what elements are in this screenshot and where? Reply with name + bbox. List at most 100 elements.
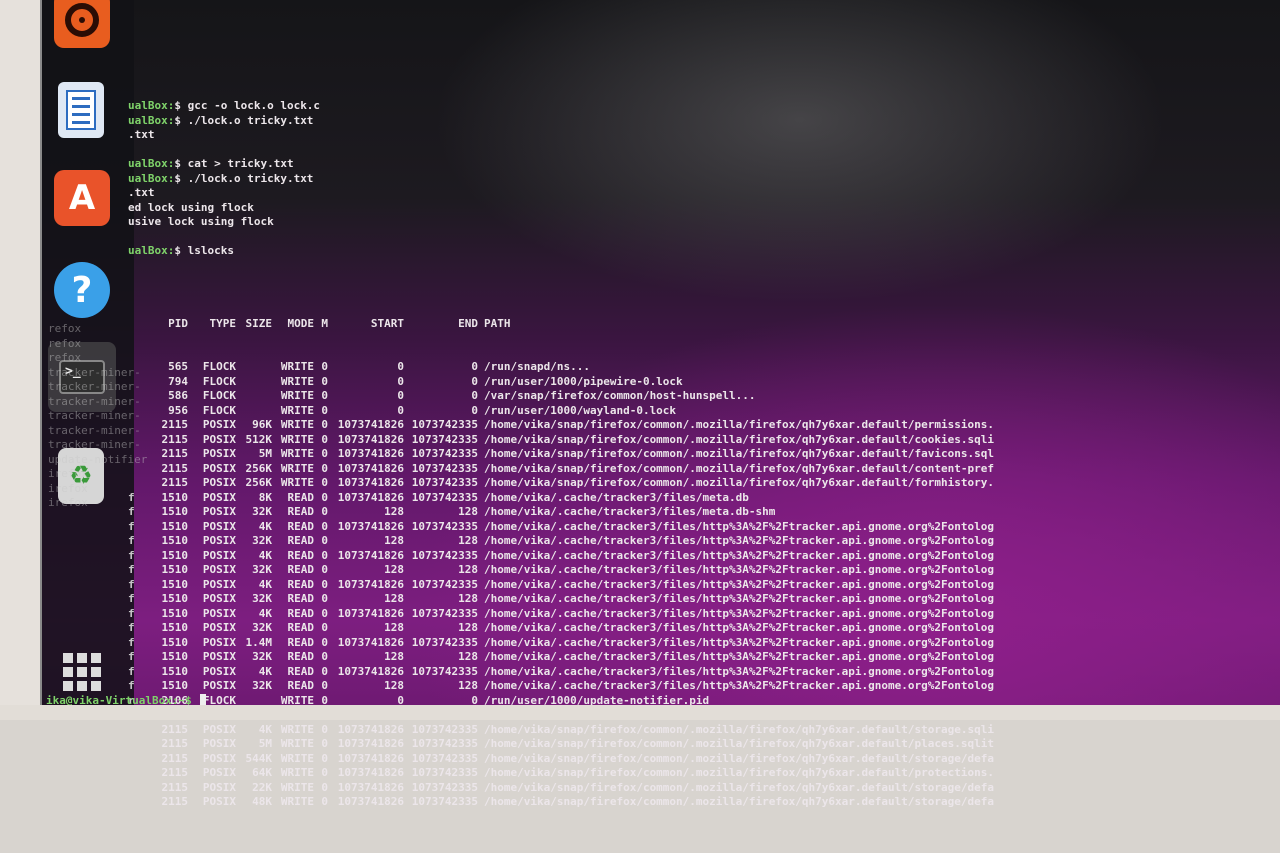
command-line: ualBox:$ lslocks bbox=[128, 244, 1028, 259]
lslocks-row: 2115 POSIX 22K WRITE 0 1073741826 1073742335/h… bbox=[128, 781, 1028, 796]
cell-mode: WRITE bbox=[280, 722, 314, 736]
cell-pid: 2115 bbox=[161, 795, 189, 808]
cell-end: 1073742335 bbox=[411, 418, 478, 431]
cell-path: /home/vika/.cache/tracker3/files/meta.db bbox=[484, 490, 749, 504]
cell-cmd: f bbox=[128, 635, 135, 649]
cell-path: /home/vika/snap/firefox/common/.mozilla/… bbox=[484, 432, 994, 446]
cell-path: /home/vika/snap/firefox/common/.mozilla/… bbox=[484, 476, 994, 489]
cell-cmd: f bbox=[128, 563, 135, 576]
cell-size: 256K bbox=[245, 461, 273, 475]
cell-pid: 2115 bbox=[161, 476, 189, 489]
cell-mode: READ bbox=[287, 650, 315, 663]
cell-end: 1073742335 bbox=[411, 476, 478, 489]
cell-start: 1073741826 bbox=[337, 461, 404, 475]
cell-pid: 2115 bbox=[161, 766, 189, 779]
cell-start: 1073741826 bbox=[337, 664, 404, 678]
writer-icon[interactable] bbox=[58, 82, 104, 138]
cell-path: /home/vika/snap/firefox/common/.mozilla/… bbox=[484, 766, 994, 779]
ghost-label: irefox bbox=[48, 496, 88, 509]
cell-mode: WRITE bbox=[280, 418, 314, 431]
cell-pid: 1510 bbox=[161, 592, 189, 605]
cell-cmd bbox=[128, 766, 148, 781]
cell-size: 32K bbox=[252, 650, 272, 663]
lslocks-row: f 1510 POSIX 32K READ 0 128 128/home/vika/.cach… bbox=[128, 505, 1028, 520]
cell-cmd bbox=[128, 476, 148, 491]
cell-start: 128 bbox=[384, 563, 404, 576]
cell-size: 4K bbox=[258, 519, 272, 533]
app-store-icon[interactable]: A bbox=[54, 170, 110, 226]
cell-end: 128 bbox=[458, 650, 478, 663]
cell-m: 0 bbox=[321, 606, 328, 620]
cell-type: POSIX bbox=[202, 505, 236, 518]
cell-pid: 2115 bbox=[161, 461, 189, 475]
cell-path: /home/vika/.cache/tracker3/files/http%3A… bbox=[484, 519, 994, 533]
cell-cmd bbox=[128, 404, 148, 419]
lslocks-row: 2115 POSIX 64K WRITE 0 1073741826 1073742335/h… bbox=[128, 766, 1028, 781]
cell-size: 4K bbox=[258, 548, 272, 562]
command-line: ualBox:$ gcc -o lock.o lock.c bbox=[128, 99, 1028, 114]
cell-size: 256K bbox=[245, 476, 273, 489]
cell-start: 1073741826 bbox=[337, 548, 404, 562]
cell-size bbox=[236, 389, 272, 404]
cell-pid: 2115 bbox=[161, 418, 189, 431]
cell-mode: WRITE bbox=[280, 766, 314, 779]
cell-cmd bbox=[128, 389, 148, 404]
cell-cmd bbox=[128, 723, 148, 738]
cell-type: POSIX bbox=[202, 606, 236, 620]
cell-type: POSIX bbox=[202, 621, 236, 634]
cell-pid: 1510 bbox=[161, 548, 189, 562]
lslocks-row: 2115 POSIX 512K WRITE 0 1073741826 1073742335 /… bbox=[128, 433, 1028, 448]
cell-type: POSIX bbox=[202, 418, 236, 431]
cell-m: 0 bbox=[321, 432, 328, 446]
cell-mode: READ bbox=[287, 679, 315, 692]
cell-path: /home/vika/snap/firefox/common/.mozilla/… bbox=[484, 737, 994, 750]
cell-end: 1073742335 bbox=[411, 606, 478, 620]
record-icon[interactable] bbox=[54, 0, 110, 48]
cell-path: /home/vika/.cache/tracker3/files/http%3A… bbox=[484, 592, 994, 605]
cell-start: 1073741826 bbox=[337, 737, 404, 750]
lslocks-header: PID TYPE SIZE MODE M START END PATH bbox=[128, 317, 1028, 332]
cell-type: POSIX bbox=[202, 592, 236, 605]
dock-sidebar: A ? >_ ♻ refox refox refox tracker-miner-tr… bbox=[40, 0, 147, 705]
cell-mode: WRITE bbox=[280, 751, 314, 765]
cell-end: 1073742335 bbox=[411, 766, 478, 779]
ghost-label: tracker-miner- bbox=[48, 438, 141, 451]
cell-end: 128 bbox=[458, 679, 478, 692]
cell-path: /home/vika/.cache/tracker3/files/http%3A… bbox=[484, 563, 994, 576]
cell-pid: 956 bbox=[168, 403, 188, 417]
command-text: $ ./lock.o tricky.txt bbox=[174, 171, 314, 185]
cell-path: /run/snapd/ns... bbox=[484, 360, 590, 373]
cell-m: 0 bbox=[321, 751, 328, 765]
cell-mode: READ bbox=[287, 563, 315, 576]
cell-cmd bbox=[128, 418, 148, 433]
lslocks-row: f 1510 POSIX 4K READ 0 1073741826 1073742335/ho… bbox=[128, 578, 1028, 593]
terminal-output[interactable]: ualBox:$ gcc -o lock.o lock.c ualBox:$ ./… bbox=[128, 70, 1028, 853]
cell-pid: 1510 bbox=[161, 650, 189, 663]
apps-grid-icon[interactable] bbox=[60, 650, 104, 694]
cell-pid: 2115 bbox=[161, 737, 189, 750]
cell-type: POSIX bbox=[202, 548, 236, 562]
cell-m: 0 bbox=[321, 621, 328, 634]
cell-size: 48K bbox=[252, 795, 272, 808]
cell-type: POSIX bbox=[202, 679, 236, 692]
cell-mode: WRITE bbox=[280, 737, 314, 750]
cell-start: 1073741826 bbox=[337, 490, 404, 504]
lslocks-row: f 1510 POSIX 1.4M READ 0 1073741826 1073742335 /… bbox=[128, 636, 1028, 651]
command-text: usive lock using flock bbox=[128, 215, 274, 228]
cell-type: POSIX bbox=[202, 737, 236, 750]
cell-m: 0 bbox=[321, 418, 328, 431]
cell-end: 1073742335 bbox=[411, 577, 478, 591]
cell-type: POSIX bbox=[202, 664, 236, 678]
lslocks-row: f 1510 POSIX 32K READ 0 128 128/home/vika/.cach… bbox=[128, 563, 1028, 578]
cell-size: 22K bbox=[252, 780, 272, 794]
help-icon[interactable]: ? bbox=[54, 262, 110, 318]
command-line: ed lock using flock bbox=[128, 201, 1028, 216]
cell-start: 1073741826 bbox=[337, 780, 404, 794]
command-line: ualBox:$ ./lock.o tricky.txt bbox=[128, 172, 1028, 187]
lslocks-row: 2115 POSIX 48K WRITE 0 1073741826 1073742335/h… bbox=[128, 795, 1028, 810]
ghost-label: tracker-miner- bbox=[48, 394, 141, 408]
cell-path: /home/vika/snap/firefox/common/.mozilla/… bbox=[484, 751, 994, 765]
cell-path: /home/vika/snap/firefox/common/.mozilla/… bbox=[484, 461, 994, 475]
cell-mode: READ bbox=[287, 621, 315, 634]
header-type: TYPE bbox=[209, 316, 237, 330]
